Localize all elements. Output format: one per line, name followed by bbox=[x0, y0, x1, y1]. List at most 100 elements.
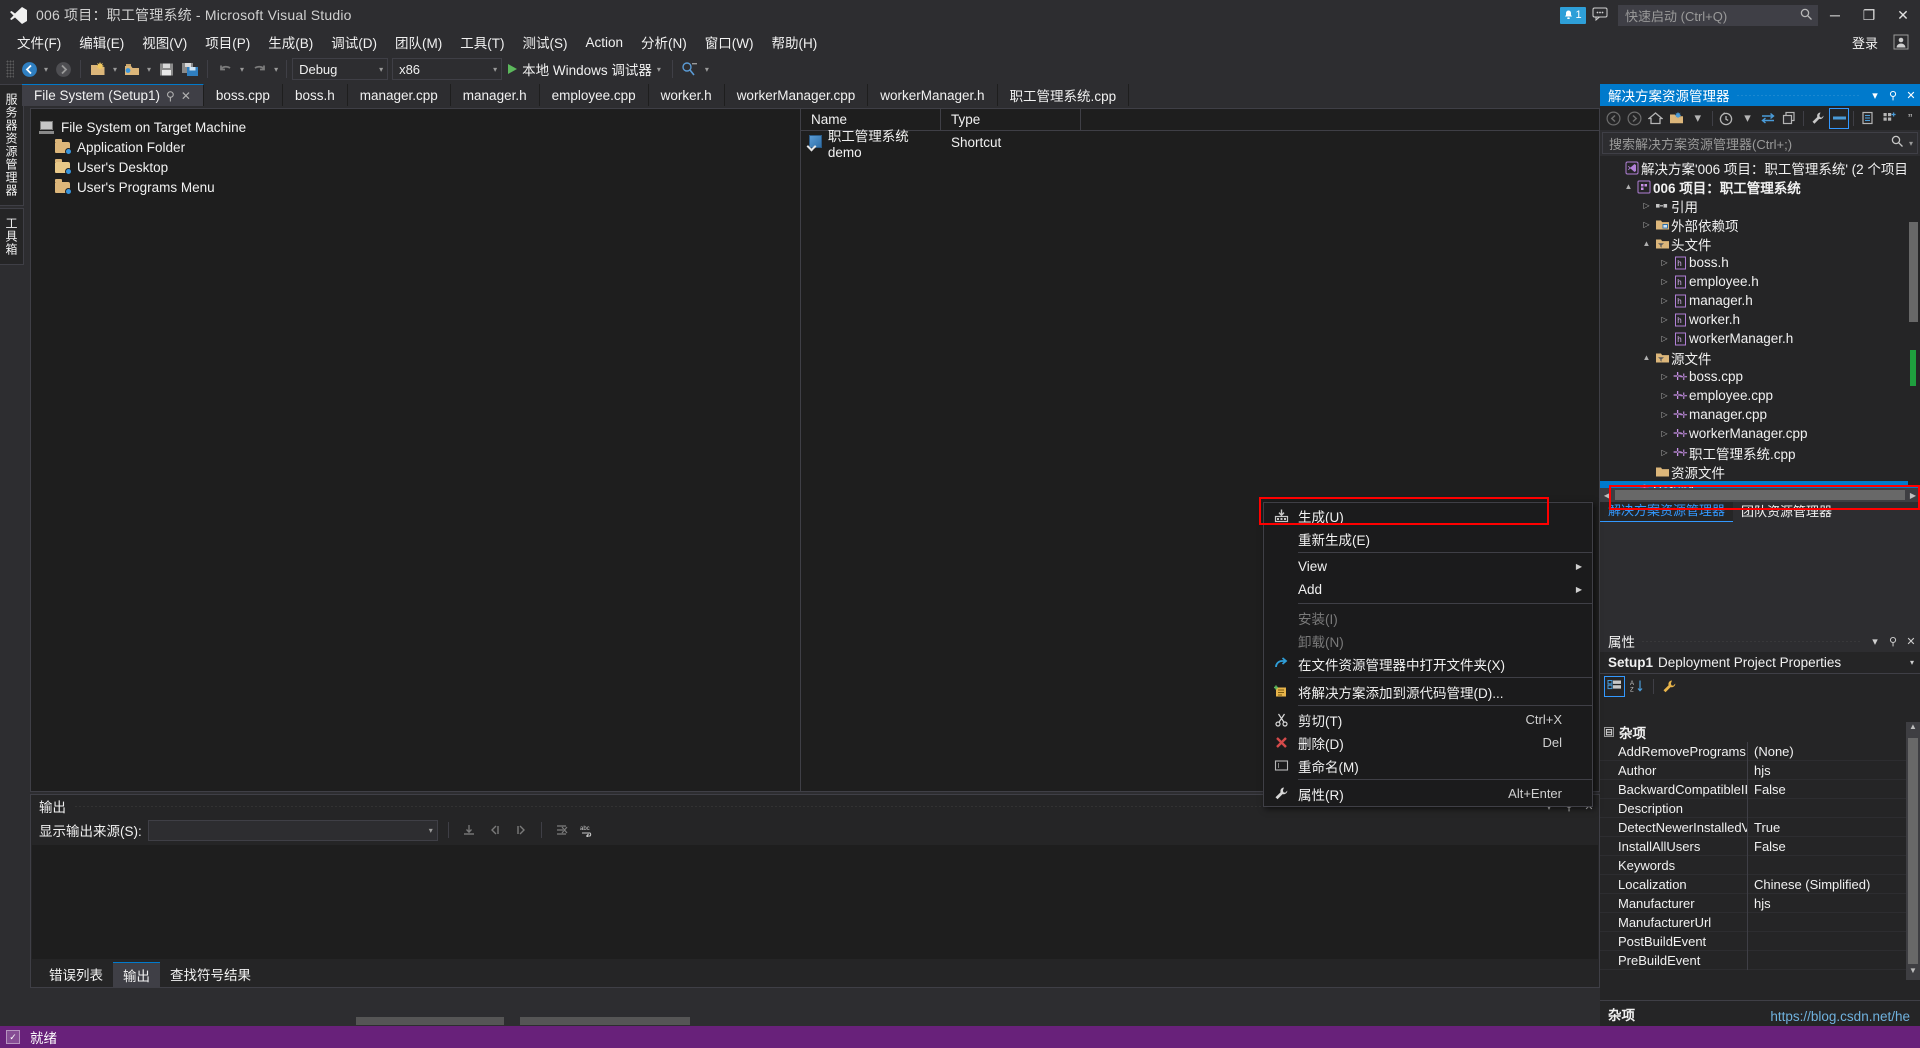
undo-dropdown[interactable]: ▾ bbox=[237, 65, 247, 74]
bottom-horizontal-scrollbar[interactable] bbox=[0, 1016, 1600, 1026]
property-row[interactable]: AddRemoveProgramsI (None) bbox=[1600, 741, 1920, 761]
expander[interactable]: ▷ bbox=[1658, 315, 1671, 324]
tree-node-solution[interactable]: 解决方案'006 项目：职工管理系统' (2 个项目) bbox=[1600, 158, 1920, 177]
solution-configuration-combo[interactable]: Debug ▾ bbox=[292, 58, 389, 80]
chevron-down-icon[interactable]: ▾ bbox=[1910, 658, 1914, 667]
expander[interactable]: ▲ bbox=[1640, 239, 1653, 248]
tab-error-list[interactable]: 错误列表 bbox=[39, 962, 113, 986]
property-pages-wrench-icon[interactable] bbox=[1659, 676, 1680, 697]
expander[interactable]: ▷ bbox=[1658, 277, 1671, 286]
property-row[interactable]: DetectNewerInstalledV True bbox=[1600, 817, 1920, 837]
panel-drag-dots[interactable] bbox=[1641, 640, 1860, 642]
tree-node-manager-h[interactable]: ▷ h manager.h bbox=[1600, 291, 1920, 310]
tab-boss-cpp[interactable]: boss.cpp bbox=[204, 84, 283, 106]
property-row[interactable]: PostBuildEvent bbox=[1600, 931, 1920, 951]
tree-node-references[interactable]: ▷ 引用 bbox=[1600, 196, 1920, 215]
properties-category-misc[interactable]: ⊟ 杂项 bbox=[1600, 722, 1920, 742]
navigate-forward-icon[interactable] bbox=[51, 57, 75, 81]
scrollbar-thumb[interactable] bbox=[1908, 738, 1918, 964]
tree-node-employee-system-cpp[interactable]: ▷ ✛ ✛ 职工管理系统.cpp bbox=[1600, 443, 1920, 462]
scrollbar-thumb[interactable] bbox=[1615, 490, 1905, 500]
tree-node-worker-h[interactable]: ▷ h worker.h bbox=[1600, 310, 1920, 329]
property-value[interactable]: hjs bbox=[1748, 896, 1920, 911]
chevron-down-icon[interactable]: ▾ bbox=[493, 65, 497, 74]
tree-node-project-employee-system[interactable]: ▲ 006 项目：职工管理系统 bbox=[1600, 177, 1920, 196]
notifications-badge[interactable]: 1 bbox=[1560, 6, 1586, 24]
navigate-back-dropdown[interactable]: ▾ bbox=[41, 65, 51, 74]
property-value[interactable]: False bbox=[1748, 782, 1920, 797]
menu-item-file[interactable]: 文件(F) bbox=[8, 30, 70, 54]
pending-changes-icon[interactable] bbox=[1717, 108, 1737, 129]
sidebar-item-toolbox[interactable]: 工具箱 bbox=[0, 208, 24, 265]
search-icon[interactable] bbox=[1891, 135, 1904, 151]
view-class-diagram-icon[interactable] bbox=[1858, 108, 1878, 129]
menu-item-tools[interactable]: 工具(T) bbox=[451, 30, 513, 54]
toolbar-overflow-icon[interactable]: ▾ bbox=[702, 65, 712, 74]
tab-manager-h[interactable]: manager.h bbox=[451, 84, 540, 106]
properties-object-selector[interactable]: Setup1 Deployment Project Properties ▾ bbox=[1600, 652, 1920, 674]
menu-item-build[interactable]: 生成(B) bbox=[259, 30, 322, 54]
toolbar-grip[interactable] bbox=[6, 60, 14, 78]
tree-node-workermanager-h[interactable]: ▷ h workerManager.h bbox=[1600, 329, 1920, 348]
tab-employee-cpp[interactable]: employee.cpp bbox=[540, 84, 649, 106]
property-value[interactable]: Chinese (Simplified) bbox=[1748, 877, 1920, 892]
tree-node-users-programs-menu[interactable]: User's Programs Menu bbox=[39, 177, 800, 197]
expander[interactable]: ▷ bbox=[1658, 429, 1671, 438]
solution-explorer-pin-button[interactable]: ⚲ bbox=[1884, 89, 1902, 102]
menu-item-edit[interactable]: 编辑(E) bbox=[70, 30, 133, 54]
tab-employee-system-cpp[interactable]: 职工管理系统.cpp bbox=[998, 84, 1130, 106]
collapse-icon[interactable]: ⊟ bbox=[1604, 727, 1614, 737]
expander[interactable]: ▲ bbox=[1622, 182, 1635, 191]
save-icon[interactable] bbox=[154, 57, 178, 81]
scroll-right-icon[interactable]: ▶ bbox=[1906, 491, 1920, 500]
property-value[interactable]: hjs bbox=[1748, 763, 1920, 778]
tree-node-external-dependencies[interactable]: ▷ 外部依赖项 bbox=[1600, 215, 1920, 234]
expander[interactable]: ▷ bbox=[1658, 372, 1671, 381]
new-project-dropdown[interactable]: ▾ bbox=[110, 65, 120, 74]
property-row[interactable]: Keywords bbox=[1600, 855, 1920, 875]
close-icon[interactable]: ✕ bbox=[181, 89, 191, 103]
search-input[interactable]: 搜索解决方案资源管理器(Ctrl+;) ▾ bbox=[1602, 132, 1918, 154]
go-to-next-icon[interactable] bbox=[511, 820, 531, 840]
tab-manager-cpp[interactable]: manager.cpp bbox=[348, 84, 451, 106]
scrollbar-thumb[interactable] bbox=[356, 1017, 504, 1025]
search-options-dropdown[interactable]: ▾ bbox=[1909, 139, 1913, 148]
quick-launch-input[interactable]: 快速启动 (Ctrl+Q) bbox=[1618, 4, 1818, 26]
tree-node-employee-h[interactable]: ▷ h employee.h bbox=[1600, 272, 1920, 291]
undo-icon[interactable] bbox=[213, 57, 237, 81]
tab-file-system-setup1[interactable]: File System (Setup1) ⚲ ✕ bbox=[22, 84, 204, 106]
property-row[interactable]: InstallAllUsers False bbox=[1600, 836, 1920, 856]
expander[interactable]: ▷ bbox=[1658, 258, 1671, 267]
context-menu-item-rebuild[interactable]: 重新生成(E) bbox=[1264, 527, 1592, 550]
expander[interactable]: ▷ bbox=[1658, 448, 1671, 457]
context-menu-item-cut[interactable]: 剪切(T) Ctrl+X bbox=[1264, 708, 1592, 731]
minimize-button[interactable]: ─ bbox=[1818, 0, 1852, 30]
property-value[interactable]: (None) bbox=[1748, 744, 1920, 759]
menu-item-project[interactable]: 项目(P) bbox=[196, 30, 259, 54]
solution-explorer-menu-button[interactable]: ▾ bbox=[1866, 89, 1884, 102]
menu-item-view[interactable]: 视图(V) bbox=[133, 30, 196, 54]
maximize-button[interactable]: ❐ bbox=[1852, 0, 1886, 30]
chevron-down-icon[interactable]: ▾ bbox=[379, 65, 383, 74]
properties-vertical-scrollbar[interactable]: ▲ ▼ bbox=[1906, 722, 1920, 980]
properties-pin-button[interactable]: ⚲ bbox=[1884, 635, 1902, 648]
solution-explorer-close-button[interactable]: ✕ bbox=[1902, 89, 1920, 102]
sidebar-item-server-explorer[interactable]: 服务器资源管理器 bbox=[0, 84, 24, 206]
new-project-icon[interactable] bbox=[86, 57, 110, 81]
context-menu-item-build[interactable]: 生成(U) bbox=[1264, 504, 1592, 527]
tree-node-employee-cpp[interactable]: ▷ ✛ ✛ employee.cpp bbox=[1600, 386, 1920, 405]
expander[interactable]: ▲ bbox=[1640, 353, 1653, 362]
tab-team-explorer[interactable]: 团队资源管理器 bbox=[1733, 499, 1840, 522]
tab-boss-h[interactable]: boss.h bbox=[283, 84, 348, 106]
tab-workermanager-cpp[interactable]: workerManager.cpp bbox=[725, 84, 869, 106]
alphabetical-sort-icon[interactable]: AZ bbox=[1627, 676, 1648, 697]
tree-node-target-machine[interactable]: File System on Target Machine bbox=[39, 117, 800, 137]
output-text-area[interactable] bbox=[32, 845, 1598, 959]
expander[interactable]: ▷ bbox=[1658, 296, 1671, 305]
tab-workermanager-h[interactable]: workerManager.h bbox=[868, 84, 998, 106]
scroll-up-icon[interactable]: ▲ bbox=[1906, 722, 1920, 736]
go-to-previous-icon[interactable] bbox=[485, 820, 505, 840]
user-account-icon[interactable] bbox=[1892, 33, 1910, 51]
sign-in-button[interactable]: 登录 bbox=[1852, 33, 1878, 52]
property-value[interactable]: False bbox=[1748, 839, 1920, 854]
